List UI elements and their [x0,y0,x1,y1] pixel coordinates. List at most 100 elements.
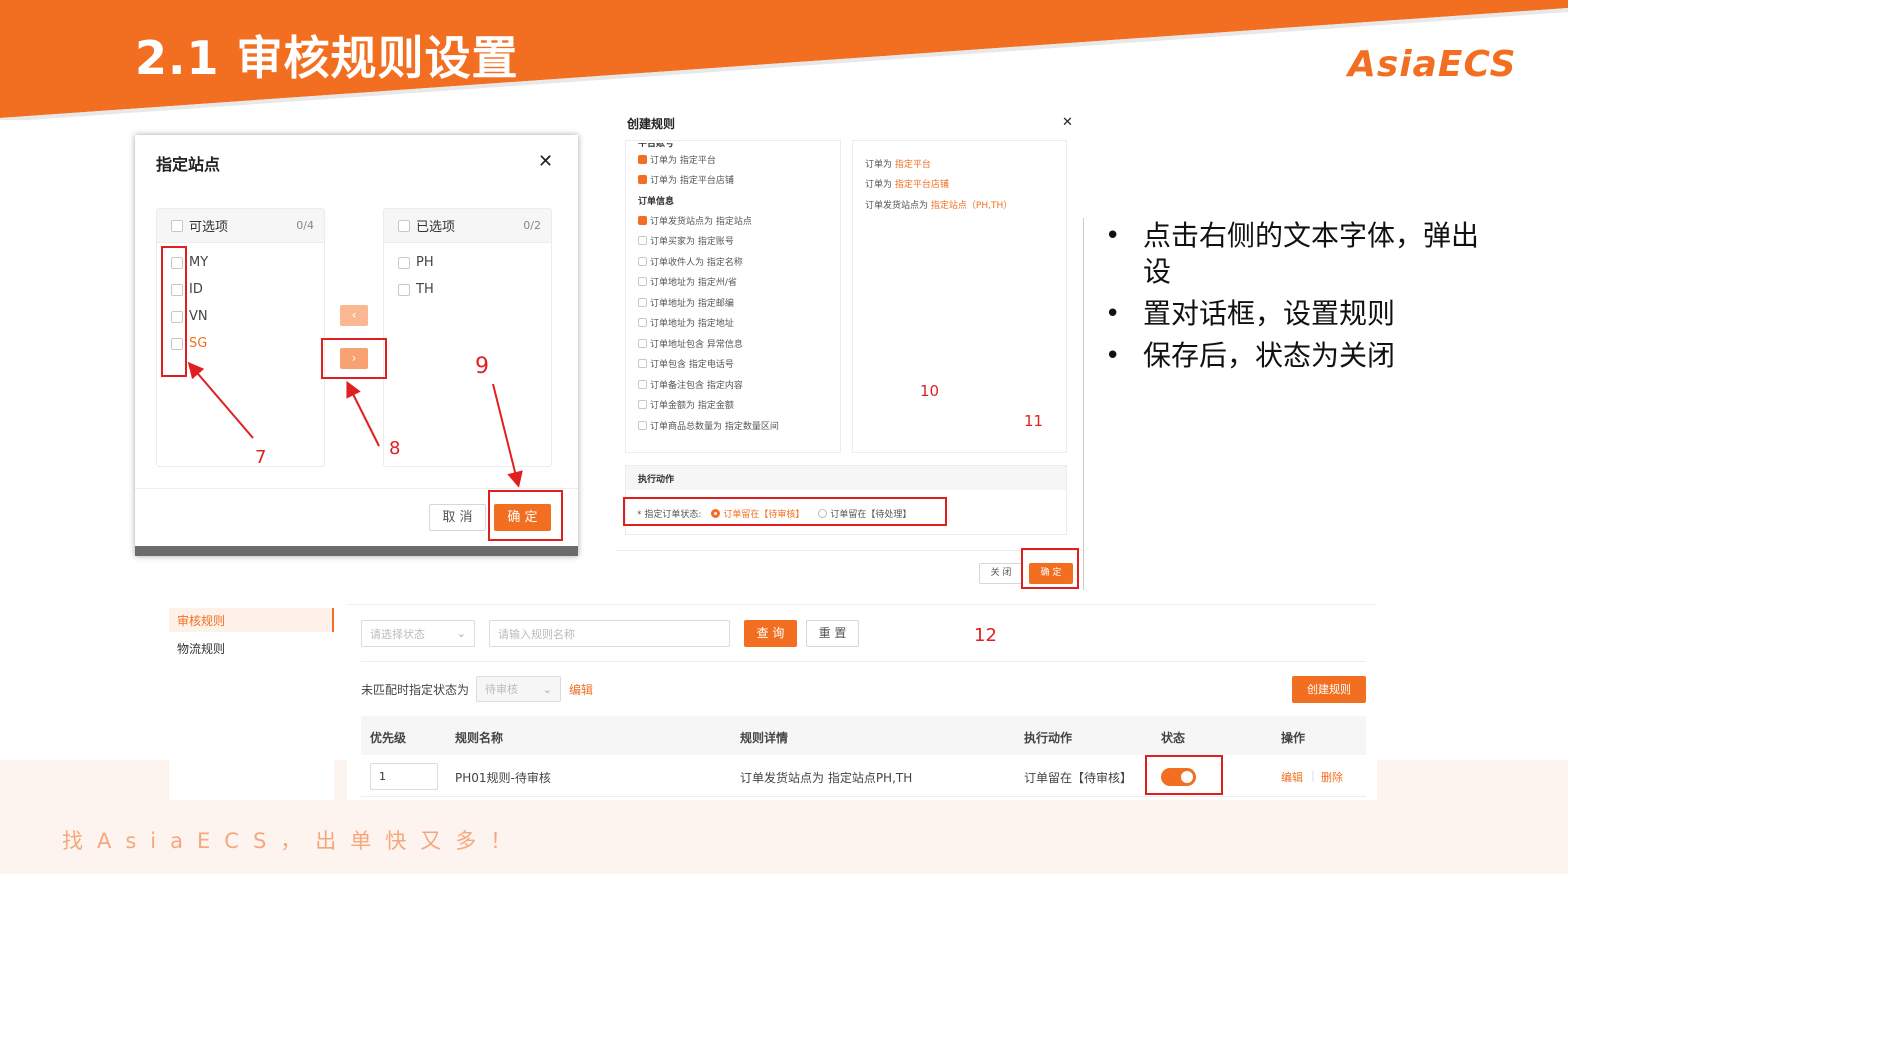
checkbox[interactable] [638,379,647,389]
row-delete-link[interactable]: 删除 [1321,769,1343,785]
checkbox[interactable] [638,359,647,369]
divider [1083,218,1084,590]
conditions-panel: 平台账号 订单为 指定平台 订单为 指定平台店铺 订单信息 订单发货站点为 指定… [625,140,841,453]
bullet-item: 点击右侧的文本字体，弹出设 [1103,218,1503,290]
checkbox[interactable] [638,175,647,185]
condition-item[interactable]: 订单为 指定平台店铺 [638,170,840,191]
condition-item[interactable]: 订单备注包含 指定内容 [638,374,840,395]
bullet-item: 置对话框，设置规则 [1103,296,1503,332]
condition-label: 订单金额为 指定金额 [650,401,734,412]
table-header [361,716,1366,755]
checkbox[interactable] [638,215,647,225]
sidebar-item-logistics-rules[interactable]: 物流规则 [169,636,334,660]
summary-text: 订单为 [865,159,893,170]
status-placeholder: 请选择状态 [370,627,425,641]
reset-button[interactable]: 重 置 [806,620,859,647]
annotation-label: 10 [920,382,940,400]
rule-summary-panel: 订单为 指定平台 订单为 指定平台店铺 订单发货站点为 指定站点（PH,TH） [852,140,1067,453]
rule-name-input[interactable]: 请输入规则名称 [489,620,730,647]
action-cell: 订单留在【待审核】 [1024,771,1133,785]
annotation-label: 9 [475,354,489,379]
annotation-label: 7 [255,447,267,468]
summary-text: 订单为 [865,180,893,191]
summary-link[interactable]: 指定平台店铺 [895,177,949,190]
row-edit-link[interactable]: 编辑 [1281,769,1303,785]
section-heading: 订单信息 [638,196,675,207]
checkbox[interactable] [638,420,647,430]
annotation-label: 12 [974,625,997,646]
condition-label: 订单地址包含 异常信息 [650,339,743,350]
condition-item[interactable]: 订单为 指定平台 [638,149,840,170]
edit-link[interactable]: 编辑 [569,681,593,698]
col-status: 状态 [1161,731,1186,745]
condition-item[interactable]: 订单收件人为 指定名称 [638,251,840,272]
divider [615,550,1085,551]
summary-link[interactable]: 指定平台 [895,157,931,170]
summary-text: 订单发货站点为 [865,200,929,211]
condition-label: 订单为 指定平台 [650,155,716,166]
rule-name-cell: PH01规则-待审核 [455,771,551,785]
highlight-box [623,497,947,526]
priority-input[interactable]: 1 [370,763,438,790]
checkbox[interactable] [638,236,647,246]
close-icon[interactable]: ✕ [1062,115,1073,130]
condition-item[interactable]: 订单地址为 指定州/省 [638,272,840,293]
sidebar: 审核规则 物流规则 [169,604,334,800]
condition-item[interactable]: 订单金额为 指定金额 [638,395,840,416]
action-section-title: 执行动作 [626,466,1066,490]
summary-line: 订单为 指定平台店铺 [865,174,1066,195]
col-action: 执行动作 [1024,731,1073,745]
condition-item[interactable]: 订单包含 指定电话号 [638,354,840,375]
close-button[interactable]: 关 闭 [979,563,1023,584]
separator: | [1311,769,1315,782]
create-rule-title: 创建规则 [627,117,676,131]
condition-label: 订单包含 指定电话号 [650,360,734,371]
condition-item[interactable]: 订单地址包含 异常信息 [638,333,840,354]
summary-line: 订单发货站点为 指定站点（PH,TH） [865,194,1066,215]
condition-label: 订单商品总数量为 指定数量区间 [650,421,779,432]
col-priority: 优先级 [370,731,407,745]
condition-label: 订单备注包含 指定内容 [650,380,743,391]
condition-label: 订单收件人为 指定名称 [650,257,743,268]
condition-item[interactable]: 订单地址为 指定邮编 [638,292,840,313]
col-operations: 操作 [1281,731,1306,745]
sidebar-item-audit-rules[interactable]: 审核规则 [169,608,334,632]
checkbox[interactable] [638,318,647,328]
condition-label: 订单地址为 指定邮编 [650,298,734,309]
condition-label: 订单地址为 指定州/省 [650,278,737,289]
highlight-box [1021,548,1079,589]
annotation-label: 11 [1024,412,1044,430]
summary-line: 订单为 指定平台 [865,153,1066,174]
condition-item[interactable]: 订单商品总数量为 指定数量区间 [638,415,840,436]
divider [361,661,1366,662]
condition-label: 订单买家为 指定账号 [650,237,734,248]
create-rule-button[interactable]: 创建规则 [1292,676,1366,703]
rule-detail-cell: 订单发货站点为 指定站点PH,TH [740,771,913,785]
highlight-box [1145,755,1223,795]
checkbox[interactable] [638,154,647,164]
name-placeholder: 请输入规则名称 [498,627,575,641]
bullet-item: 保存后，状态为关闭 [1103,338,1503,374]
checkbox[interactable] [638,400,647,410]
chevron-down-icon: ⌄ [456,627,466,640]
checkbox[interactable] [638,277,647,287]
summary-link[interactable]: 指定站点（PH,TH） [931,198,1012,211]
query-button[interactable]: 查 询 [744,620,797,647]
status-select[interactable]: 请选择状态 ⌄ [361,620,475,647]
unmatched-status-select[interactable]: 待审核 ⌄ [476,676,561,702]
condition-item[interactable]: 订单地址为 指定地址 [638,313,840,334]
unmatched-label: 未匹配时指定状态为 [361,683,470,697]
col-rule-name: 规则名称 [455,731,504,745]
col-rule-detail: 规则详情 [740,731,789,745]
checkbox[interactable] [638,297,647,307]
condition-item[interactable]: 订单买家为 指定账号 [638,231,840,252]
unmatched-value: 待审核 [485,683,518,696]
checkbox[interactable] [638,338,647,348]
condition-item[interactable]: 订单发货站点为 指定站点 [638,210,840,231]
chevron-down-icon: ⌄ [542,682,552,696]
condition-label: 订单发货站点为 指定站点 [650,216,752,227]
instruction-bullets: 点击右侧的文本字体，弹出设 置对话框，设置规则 保存后，状态为关闭 [1103,218,1503,380]
condition-label: 订单为 指定平台店铺 [650,176,734,187]
checkbox[interactable] [638,256,647,266]
annotation-label: 8 [389,438,401,459]
